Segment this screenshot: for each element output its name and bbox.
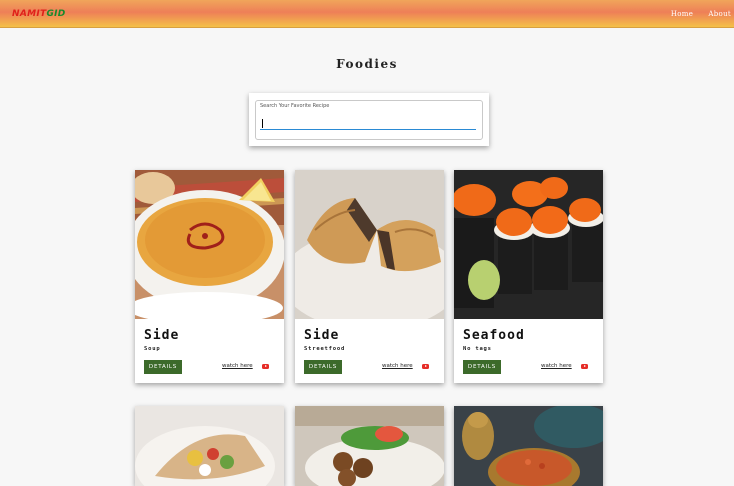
recipe-card: Side Streetfood DETAILS watch here bbox=[295, 170, 444, 383]
recipe-card: Side Soup DETAILS watch here bbox=[135, 170, 284, 383]
card-title: Side bbox=[304, 328, 340, 343]
brand-part2: GID bbox=[46, 9, 66, 19]
recipe-image-stew bbox=[454, 406, 603, 486]
card-tag: Soup bbox=[144, 346, 161, 352]
watch-here-link[interactable]: watch here bbox=[222, 363, 253, 369]
watch-here-link[interactable]: watch here bbox=[382, 363, 413, 369]
recipe-image-falafel bbox=[295, 406, 444, 486]
recipe-card bbox=[295, 406, 444, 486]
brand-logo[interactable]: NAMITGID bbox=[12, 9, 66, 19]
card-title: Seafood bbox=[463, 328, 525, 343]
nav-link-about[interactable]: About bbox=[708, 10, 731, 18]
recipe-card: Seafood No tags DETAILS watch here bbox=[454, 170, 603, 383]
recipe-image-wrap bbox=[135, 406, 284, 486]
youtube-icon[interactable] bbox=[581, 364, 588, 369]
youtube-icon[interactable] bbox=[422, 364, 429, 369]
recipe-image-soup bbox=[135, 170, 284, 319]
nav-link-home[interactable]: Home bbox=[671, 10, 693, 18]
card-tag: No tags bbox=[463, 346, 492, 352]
details-button[interactable]: DETAILS bbox=[144, 360, 182, 374]
recipe-card bbox=[454, 406, 603, 486]
search-label: Search Your Favorite Recipe bbox=[260, 103, 330, 109]
search-input[interactable] bbox=[260, 117, 476, 130]
recipe-image-streetfood bbox=[295, 170, 444, 319]
recipe-image-seafood bbox=[454, 170, 603, 319]
search-field[interactable]: Search Your Favorite Recipe bbox=[255, 100, 483, 140]
nav-links: Home About bbox=[658, 10, 731, 18]
details-button[interactable]: DETAILS bbox=[463, 360, 501, 374]
navbar: NAMITGID Home About bbox=[0, 0, 734, 28]
card-tag: Streetfood bbox=[304, 346, 346, 352]
card-title: Side bbox=[144, 328, 180, 343]
watch-here-link[interactable]: watch here bbox=[541, 363, 572, 369]
search-container: Search Your Favorite Recipe bbox=[249, 93, 489, 146]
details-button[interactable]: DETAILS bbox=[304, 360, 342, 374]
youtube-icon[interactable] bbox=[262, 364, 269, 369]
text-cursor bbox=[262, 119, 263, 128]
recipe-card bbox=[135, 406, 284, 486]
brand-part1: NAMIT bbox=[12, 9, 47, 19]
page-title: Foodies bbox=[336, 57, 398, 71]
